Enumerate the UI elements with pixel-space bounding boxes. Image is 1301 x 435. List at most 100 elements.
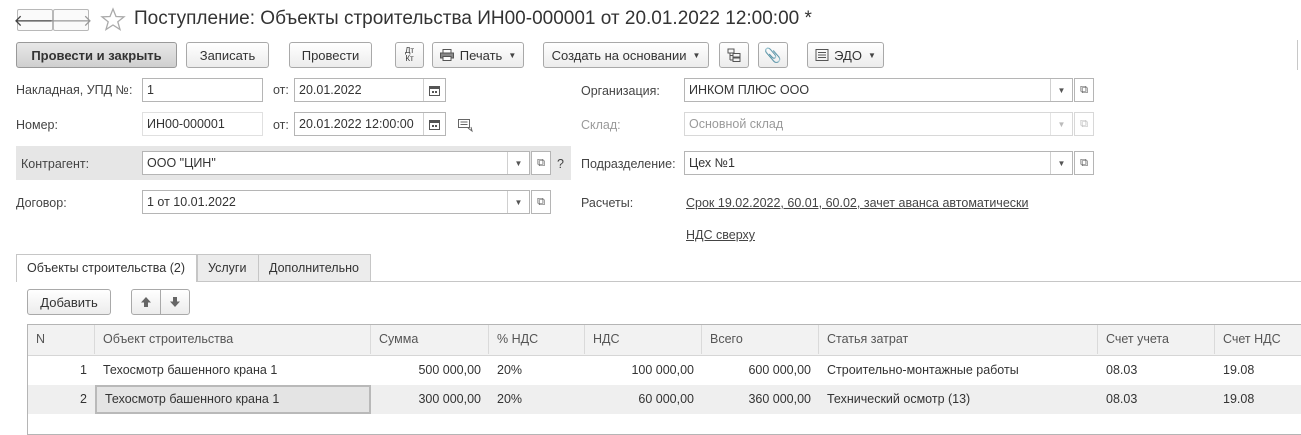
cell-cost-item[interactable]: Технический осмотр (13) — [819, 385, 1098, 414]
back-button[interactable]: 🡐 — [14, 9, 56, 31]
cell-object-focused[interactable]: Техосмотр башенного крана 1 — [95, 385, 371, 414]
contract-label: Договор: — [16, 196, 67, 210]
organization-open-button[interactable]: ⧉ — [1074, 78, 1094, 102]
move-up-icon — [140, 296, 152, 308]
department-open-button[interactable]: ⧉ — [1074, 151, 1094, 175]
dropdown-icon[interactable]: ▼ — [1050, 79, 1072, 101]
forward-arrow-icon: 🡒 — [49, 12, 93, 30]
cell-vat[interactable]: 60 000,00 — [585, 385, 702, 414]
cell-vat-account[interactable]: 19.08 — [1215, 385, 1301, 414]
post-button[interactable]: Провести — [289, 42, 372, 68]
cell-object[interactable]: Техосмотр башенного крана 1 — [95, 356, 371, 385]
print-label: Печать — [459, 47, 503, 63]
invoice-number-field[interactable]: 1 — [142, 78, 263, 102]
tab-additional[interactable]: Дополнительно — [258, 254, 371, 281]
structure-icon — [727, 48, 741, 62]
edo-icon — [815, 49, 829, 61]
table-row[interactable]: 1 Техосмотр башенного крана 1 500 000,00… — [28, 356, 1301, 385]
dropdown-icon: ▼ — [1050, 113, 1072, 135]
open-icon: ⧉ — [1080, 83, 1088, 96]
help-mark[interactable]: ? — [557, 157, 564, 171]
cell-total[interactable]: 360 000,00 — [702, 385, 819, 414]
warehouse-label: Склад: — [581, 118, 621, 132]
window-edge — [1297, 40, 1301, 70]
forward-button[interactable]: 🡒 — [50, 9, 92, 31]
number-date-from-label: от: — [273, 118, 289, 132]
invoice-date-from-label: от: — [273, 83, 289, 97]
dropdown-icon[interactable]: ▼ — [507, 152, 529, 174]
post-and-close-button[interactable]: Провести и закрыть — [16, 42, 177, 68]
construction-objects-table[interactable]: N Объект строительства Сумма % НДС НДС В… — [27, 324, 1301, 435]
warehouse-open-button: ⧉ — [1074, 112, 1094, 136]
cell-vat-rate[interactable]: 20% — [489, 385, 585, 414]
dt-kt-button[interactable]: Дт Кт — [395, 42, 424, 68]
dropdown-icon[interactable]: ▼ — [1050, 152, 1072, 174]
tab-services[interactable]: Услуги — [197, 254, 259, 281]
add-row-button[interactable]: Добавить — [27, 289, 111, 315]
structure-button[interactable] — [719, 42, 749, 68]
dropdown-icon[interactable]: ▼ — [507, 191, 529, 213]
counterparty-field[interactable]: ООО "ЦИН" ▼ — [142, 151, 530, 175]
number-field[interactable]: ИН00-000001 — [142, 112, 263, 136]
settlements-label: Расчеты: — [581, 196, 634, 210]
chevron-down-icon: ▼ — [692, 50, 701, 60]
move-up-button[interactable] — [131, 289, 161, 315]
column-header-vat-account[interactable]: Счет НДС — [1215, 325, 1301, 354]
calendar-icon[interactable] — [423, 113, 445, 135]
move-down-icon — [169, 296, 181, 308]
open-icon: ⧉ — [537, 156, 545, 169]
cell-n: 2 — [80, 392, 87, 406]
column-header-sum[interactable]: Сумма — [371, 325, 489, 354]
cell-sum[interactable]: 300 000,00 — [371, 385, 489, 414]
column-header-cost-item[interactable]: Статья затрат — [819, 325, 1098, 354]
table-row-selected[interactable]: 2 Техосмотр башенного крана 1 300 000,00… — [28, 385, 1301, 414]
printer-icon — [439, 49, 454, 61]
comment-icon[interactable] — [458, 119, 474, 133]
cell-vat[interactable]: 100 000,00 — [585, 356, 702, 385]
cell-sum[interactable]: 500 000,00 — [371, 356, 489, 385]
create-based-on-button[interactable]: Создать на основании ▼ — [543, 42, 709, 68]
department-field[interactable]: Цех №1 ▼ — [684, 151, 1073, 175]
column-header-vat-rate[interactable]: % НДС — [489, 325, 585, 354]
dt-kt-icon: Дт Кт — [404, 46, 415, 63]
cell-vat-rate[interactable]: 20% — [489, 356, 585, 385]
settlements-link[interactable]: Срок 19.02.2022, 60.01, 60.02, зачет ава… — [686, 196, 1028, 210]
save-label: Записать — [199, 47, 256, 63]
window-title: Поступление: Объекты строительства ИН00-… — [134, 8, 812, 29]
calendar-icon[interactable] — [423, 79, 445, 101]
edo-button[interactable]: ЭДО ▼ — [807, 42, 884, 68]
tab-construction-objects[interactable]: Объекты строительства (2) — [16, 254, 197, 282]
attachments-button[interactable]: 📎 — [758, 42, 788, 68]
department-label: Подразделение: — [581, 157, 676, 171]
post-label: Провести — [301, 47, 360, 63]
cell-account[interactable]: 08.03 — [1098, 356, 1215, 385]
open-icon: ⧉ — [1080, 117, 1088, 130]
chevron-down-icon: ▼ — [508, 50, 517, 60]
cell-n: 1 — [80, 363, 87, 377]
column-header-account[interactable]: Счет учета — [1098, 325, 1215, 354]
save-button[interactable]: Записать — [186, 42, 269, 68]
vat-on-top-link[interactable]: НДС сверху — [686, 228, 755, 242]
column-header-n[interactable]: N — [28, 325, 95, 354]
number-datetime-field[interactable]: 20.01.2022 12:00:00 — [294, 112, 446, 136]
cell-account[interactable]: 08.03 — [1098, 385, 1215, 414]
print-button[interactable]: Печать ▼ — [432, 42, 524, 68]
column-header-vat[interactable]: НДС — [585, 325, 702, 354]
post-and-close-label: Провести и закрыть — [31, 47, 162, 63]
edo-label: ЭДО — [834, 47, 862, 63]
cell-total[interactable]: 600 000,00 — [702, 356, 819, 385]
favorite-star-icon[interactable] — [100, 7, 126, 31]
contract-field[interactable]: 1 от 10.01.2022 ▼ — [142, 190, 530, 214]
move-down-button[interactable] — [160, 289, 190, 315]
invoice-date-field[interactable]: 20.01.2022 — [294, 78, 446, 102]
column-header-object[interactable]: Объект строительства — [95, 325, 371, 354]
contract-open-button[interactable]: ⧉ — [531, 190, 551, 214]
counterparty-open-button[interactable]: ⧉ — [531, 151, 551, 175]
column-header-total[interactable]: Всего — [702, 325, 819, 354]
organization-field[interactable]: ИНКОМ ПЛЮС ООО ▼ — [684, 78, 1073, 102]
cell-vat-account[interactable]: 19.08 — [1215, 356, 1301, 385]
open-icon: ⧉ — [1080, 156, 1088, 169]
chevron-down-icon: ▼ — [867, 50, 876, 60]
warehouse-field: Основной склад ▼ — [684, 112, 1073, 136]
cell-cost-item[interactable]: Строительно-монтажные работы — [819, 356, 1098, 385]
